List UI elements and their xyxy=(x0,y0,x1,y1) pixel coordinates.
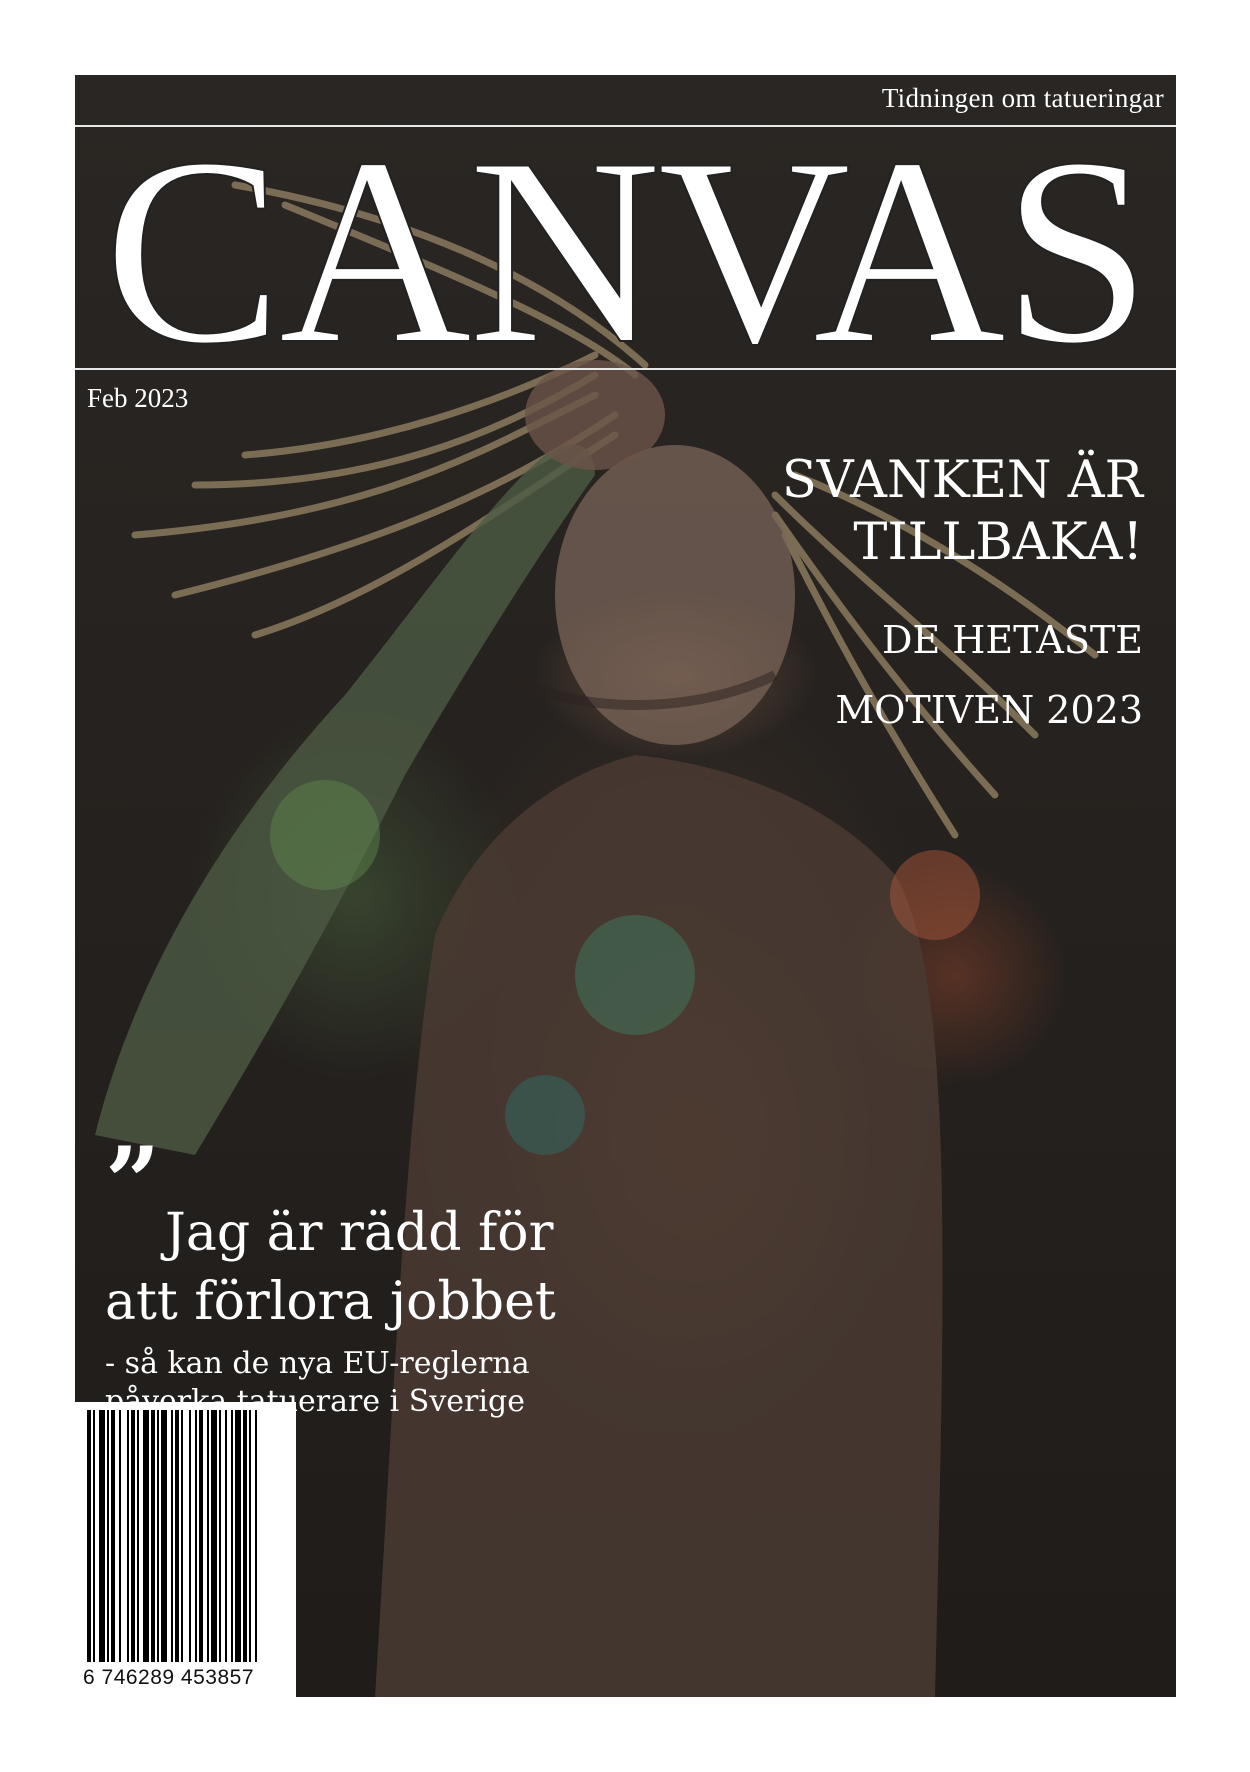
barcode-bar xyxy=(231,1410,233,1662)
barcode-bar xyxy=(255,1410,257,1662)
feature-quote-line2: att förlora jobbet xyxy=(105,1272,556,1332)
quote-mark-icon: ” xyxy=(105,1126,161,1239)
barcode-bar xyxy=(219,1410,221,1662)
barcode-bar xyxy=(157,1410,159,1662)
barcode-bar xyxy=(151,1410,155,1662)
barcode-bar xyxy=(171,1410,173,1662)
cover-headline-line1: SVANKEN ÄR xyxy=(781,451,1143,510)
barcode-bar xyxy=(189,1410,191,1662)
barcode-bar xyxy=(93,1410,95,1662)
cover-subhead-line1: DE HETASTE xyxy=(882,618,1143,662)
feature-subtitle-line1: - så kan de nya EU-reglerna xyxy=(105,1346,530,1381)
barcode: 6 746289 453857 xyxy=(75,1402,296,1697)
masthead-title: CANVAS xyxy=(103,102,1152,399)
barcode-bar xyxy=(111,1410,115,1662)
barcode-bar xyxy=(99,1410,105,1662)
barcode-bar xyxy=(211,1410,217,1662)
barcode-bar xyxy=(181,1410,183,1662)
barcode-bar xyxy=(249,1410,251,1662)
barcode-bar xyxy=(235,1410,241,1662)
masthead-rule-bottom xyxy=(75,368,1176,370)
cover-subhead: DE HETASTE MOTIVEN 2023 xyxy=(835,605,1143,745)
barcode-bar xyxy=(107,1410,109,1662)
barcode-bar xyxy=(225,1410,227,1662)
barcode-bar xyxy=(195,1410,197,1662)
barcode-bar xyxy=(199,1410,203,1662)
barcode-bars xyxy=(87,1410,257,1662)
barcode-number: 6 746289 453857 xyxy=(83,1666,254,1689)
cover-headline: SVANKEN ÄR TILLBAKA! xyxy=(782,450,1143,574)
barcode-bar xyxy=(87,1410,91,1662)
issue-date: Feb 2023 xyxy=(87,383,189,413)
barcode-bar xyxy=(143,1410,149,1662)
barcode-bar xyxy=(175,1410,179,1662)
barcode-bar xyxy=(127,1410,129,1662)
feature-quote-line1: Jag är rädd för xyxy=(165,1203,554,1263)
barcode-bar xyxy=(161,1410,167,1662)
cover-subhead-line2: MOTIVEN 2023 xyxy=(835,688,1143,732)
barcode-bar xyxy=(131,1410,135,1662)
barcode-bar xyxy=(137,1410,139,1662)
barcode-bar xyxy=(243,1410,247,1662)
barcode-bar xyxy=(207,1410,209,1662)
barcode-bar xyxy=(119,1410,121,1662)
cover-headline-line2: TILLBAKA! xyxy=(853,513,1143,572)
